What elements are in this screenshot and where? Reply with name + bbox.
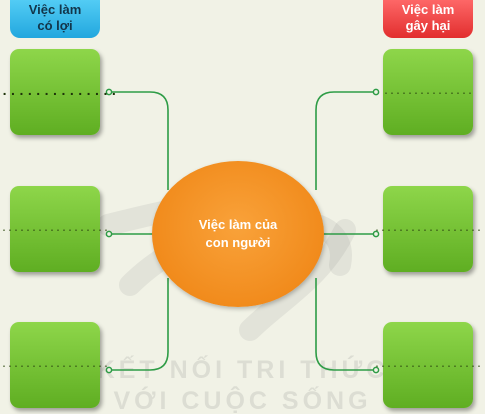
- center-topic-text: Việc làm của con người: [199, 216, 278, 252]
- harmful-box-1[interactable]: ...............: [383, 49, 473, 135]
- beneficial-box-2-text: ..................: [0, 223, 110, 235]
- concept-map: KẾT NỐI TRI THỨC VỚI CUỘC SỐNG Việc làm …: [0, 0, 485, 414]
- center-topic: Việc làm của con người: [152, 161, 324, 307]
- header-beneficial-line-2: có lợi: [37, 18, 73, 33]
- harmful-box-1-text: ...............: [383, 86, 474, 98]
- connector-right-top: [315, 91, 376, 190]
- center-topic-line-2: con người: [205, 235, 271, 250]
- header-harmful: Việc làm gây hại: [383, 0, 473, 38]
- harmful-box-2-text: ..................: [373, 223, 483, 235]
- header-beneficial-line-1: Việc làm: [28, 2, 82, 17]
- beneficial-box-3[interactable]: ..................: [1, 322, 109, 408]
- harmful-box-3-text: ..................: [373, 359, 483, 371]
- connector-left-top: [109, 91, 169, 190]
- center-topic-line-1: Việc làm của: [198, 217, 278, 232]
- beneficial-box-1[interactable]: ...............: [0, 49, 118, 135]
- beneficial-box-1-text: ...............: [0, 84, 119, 100]
- beneficial-box-2[interactable]: ..................: [1, 186, 109, 272]
- header-harmful-line-2: gây hại: [405, 18, 451, 33]
- harmful-box-3[interactable]: ..................: [374, 322, 482, 408]
- beneficial-box-3-text: ..................: [0, 359, 110, 371]
- harmful-box-2[interactable]: ..................: [374, 186, 482, 272]
- connector-dot-right-top: [372, 88, 380, 96]
- header-harmful-line-1: Việc làm: [401, 2, 455, 17]
- connector-left-bottom: [109, 278, 169, 371]
- connector-right-bottom: [315, 278, 376, 371]
- header-beneficial: Việc làm có lợi: [10, 0, 100, 38]
